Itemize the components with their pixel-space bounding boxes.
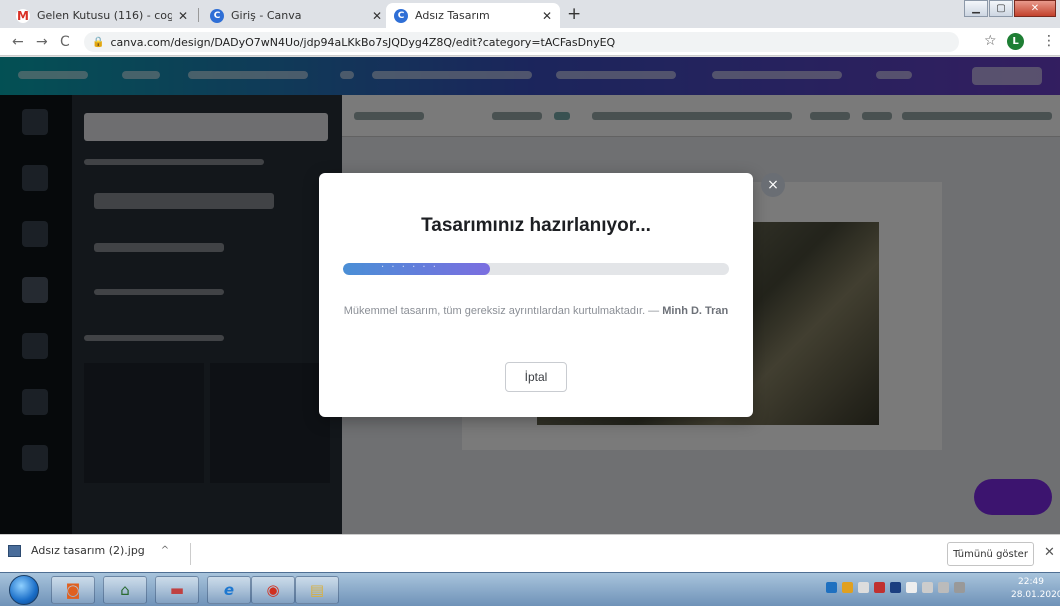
menu-kebab-icon[interactable]: ⋮ [1042, 33, 1056, 49]
close-dialog-icon[interactable]: × [761, 173, 785, 197]
signal-icon[interactable] [954, 582, 965, 593]
close-icon[interactable]: ✕ [372, 9, 382, 23]
browser-toolbar: ← → C 🔒 canva.com/design/DADyO7wN4Uo/jdp… [0, 28, 1060, 56]
internet-explorer-icon[interactable]: e [207, 576, 251, 604]
gmail-icon: M [16, 8, 30, 23]
forward-icon[interactable]: → [36, 34, 48, 50]
tab-gmail[interactable]: M Gelen Kutusu (116) - cografyalea ✕ [8, 3, 196, 28]
progress-bar [343, 263, 729, 275]
tab-title: Gelen Kutusu (116) - cografyalea [37, 9, 172, 22]
shelf-divider [190, 543, 191, 565]
close-icon[interactable]: ✕ [178, 9, 188, 23]
window-controls: ▁ ▢ ✕ [963, 0, 1056, 17]
browser-tab-strip: M Gelen Kutusu (116) - cografyalea ✕ C G… [0, 0, 1060, 28]
maximize-button[interactable]: ▢ [989, 0, 1013, 17]
outlook-icon[interactable]: ◙ [51, 576, 95, 604]
tab-adsiz-tasarim[interactable]: C Adsız Tasarım ✕ [386, 3, 560, 28]
close-icon[interactable]: ✕ [542, 9, 552, 23]
clock-date: 28.01.2020 [1011, 590, 1060, 600]
tray-icon[interactable] [842, 582, 853, 593]
reload-icon[interactable]: C [60, 34, 70, 50]
lock-icon: 🔒 [92, 36, 105, 48]
cancel-button[interactable]: İptal [505, 362, 567, 392]
system-tray [826, 582, 965, 593]
tab-divider [198, 8, 199, 22]
system-clock[interactable]: 22:49 28.01.2020 [1011, 576, 1060, 602]
shelf-close-icon[interactable]: ✕ [1044, 545, 1055, 560]
quote-text: Mükemmel tasarım, tüm gereksiz ayrıntıla… [339, 302, 733, 320]
tray-icon[interactable] [858, 582, 869, 593]
window-close-button[interactable]: ✕ [1014, 0, 1056, 17]
tray-icon[interactable] [826, 582, 837, 593]
canva-icon: C [394, 8, 408, 23]
app-icon[interactable]: ▬ [155, 576, 199, 604]
new-tab-button[interactable]: + [567, 4, 581, 24]
profile-avatar[interactable]: L [1007, 33, 1024, 50]
back-icon[interactable]: ← [12, 34, 24, 50]
dialog-title: Tasarımınız hazırlanıyor... [421, 215, 651, 236]
tab-canva-home[interactable]: C Giriş - Canva ✕ [202, 3, 390, 28]
start-button[interactable] [9, 575, 39, 605]
download-file-name: Adsız tasarım (2).jpg [31, 544, 145, 557]
quote-body: Mükemmel tasarım, tüm gereksiz ayrıntıla… [343, 305, 660, 317]
windows-taskbar: ◙ ⌂ ▬ e ◉ ▤ 22:49 28.01.2020 [0, 572, 1060, 606]
image-file-icon [8, 544, 21, 557]
canva-icon: C [210, 8, 224, 23]
address-bar[interactable]: 🔒 canva.com/design/DADyO7wN4Uo/jdp94aLKk… [84, 32, 959, 52]
volume-icon[interactable] [938, 582, 949, 593]
bookmark-star-icon[interactable]: ☆ [984, 33, 997, 49]
tab-title: Giriş - Canva [231, 9, 302, 22]
download-item[interactable]: Adsız tasarım (2).jpg ^ [8, 544, 169, 557]
flag-icon[interactable] [906, 582, 917, 593]
network-icon[interactable] [922, 582, 933, 593]
preparing-design-dialog: Tasarımınız hazırlanıyor... Mükemmel tas… [319, 173, 753, 417]
url-text: canva.com/design/DADyO7wN4Uo/jdp94aLKkBo… [110, 35, 616, 49]
minimize-button[interactable]: ▁ [964, 0, 988, 17]
tab-title: Adsız Tasarım [415, 9, 490, 22]
progress-bar-fill [343, 263, 490, 275]
tray-icon[interactable] [874, 582, 885, 593]
file-explorer-icon[interactable]: ▤ [295, 576, 339, 604]
bluetooth-icon[interactable] [890, 582, 901, 593]
chevron-up-icon[interactable]: ^ [161, 545, 169, 556]
download-shelf: Adsız tasarım (2).jpg ^ Tümünü göster ✕ [0, 534, 1060, 572]
quote-author: Minh D. Tran [662, 305, 729, 317]
show-all-button[interactable]: Tümünü göster [947, 542, 1034, 566]
clock-time: 22:49 [1018, 577, 1044, 587]
chrome-icon[interactable]: ◉ [251, 576, 295, 604]
library-icon[interactable]: ⌂ [103, 576, 147, 604]
